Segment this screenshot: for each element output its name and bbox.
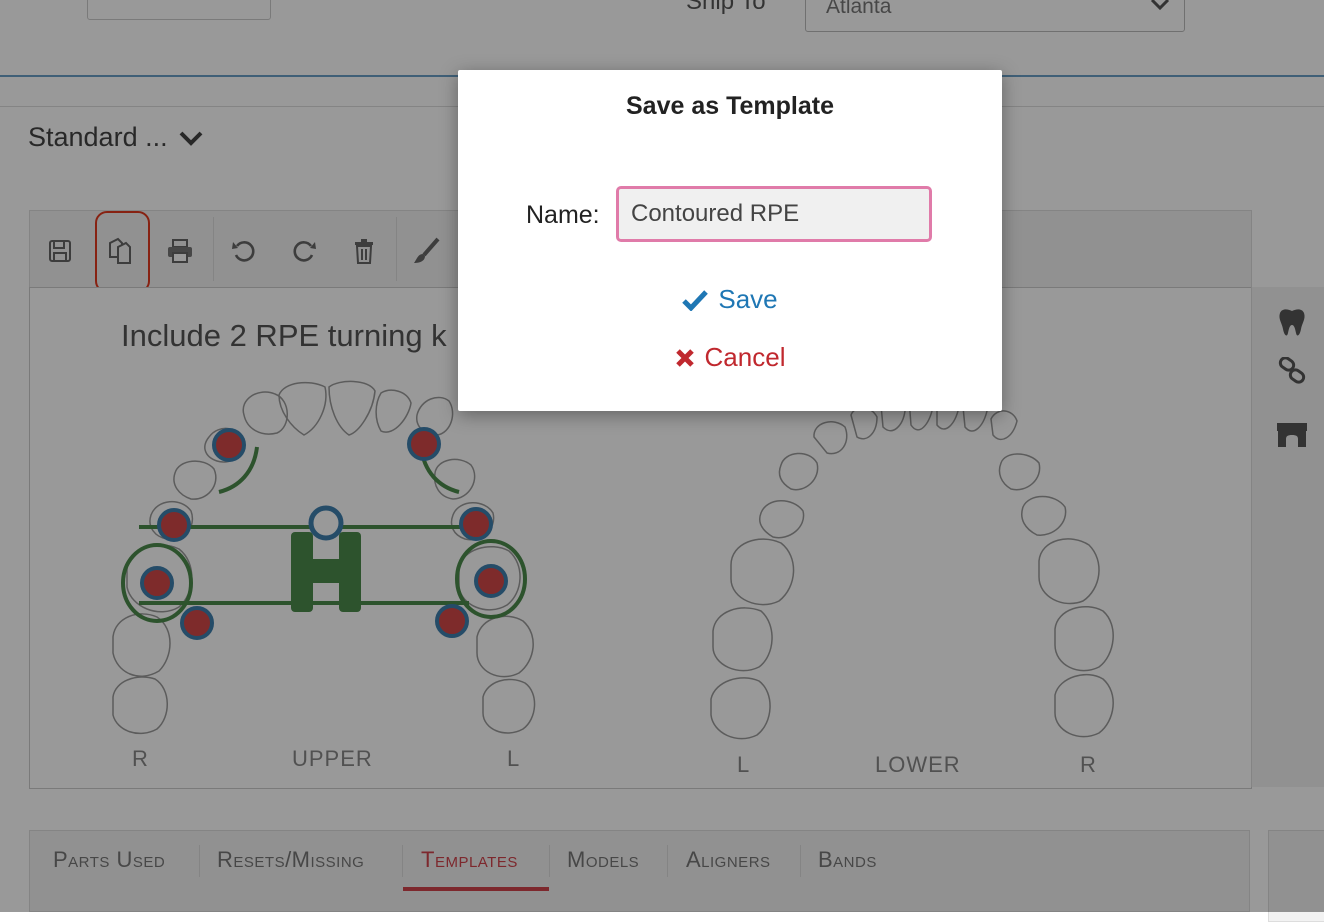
save-template-dialog: Save as Template Name: Save Cancel bbox=[458, 70, 1002, 411]
close-icon bbox=[675, 348, 694, 367]
dialog-title: Save as Template bbox=[626, 92, 834, 120]
check-icon bbox=[682, 289, 709, 311]
save-button[interactable]: Save bbox=[458, 284, 1002, 315]
cancel-label: Cancel bbox=[704, 342, 786, 372]
cancel-button[interactable]: Cancel bbox=[458, 342, 1002, 373]
template-name-input[interactable] bbox=[616, 186, 932, 242]
save-label: Save bbox=[718, 284, 778, 314]
name-label: Name: bbox=[526, 201, 600, 229]
